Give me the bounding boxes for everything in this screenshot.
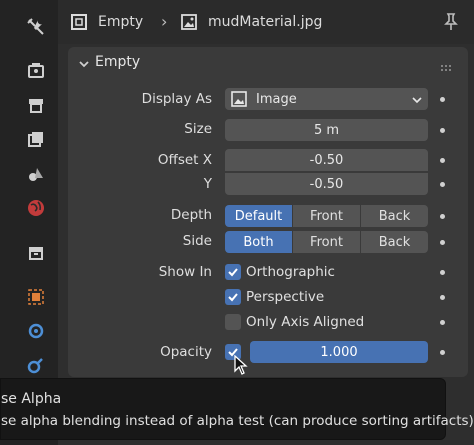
offset-y-keyframe-dot[interactable] <box>440 182 445 187</box>
mouse-cursor-icon <box>234 354 248 379</box>
tooltip-title: se Alpha <box>1 391 62 407</box>
perspective-checkbox[interactable] <box>225 289 241 305</box>
empty-object-icon <box>70 13 88 35</box>
tooltip: se Alpha se alpha blending instead of al… <box>0 378 474 440</box>
orthographic-label[interactable]: Orthographic <box>246 264 335 280</box>
collection-icon[interactable] <box>25 242 47 264</box>
physics-icon[interactable] <box>25 320 47 342</box>
output-icon[interactable] <box>25 94 47 116</box>
side-label: Side <box>182 233 212 249</box>
perspective-keyframe-dot[interactable] <box>440 295 445 300</box>
properties-header: Empty › mudMaterial.jpg <box>58 0 474 44</box>
perspective-label[interactable]: Perspective <box>246 289 324 305</box>
depth-label: Depth <box>170 207 212 223</box>
side-keyframe-dot[interactable] <box>440 240 445 245</box>
display-as-dropdown[interactable]: Image <box>225 88 428 110</box>
tooltip-description: se alpha blending instead of alpha test … <box>1 413 474 429</box>
breadcrumb-chevron-icon: › <box>161 12 168 31</box>
depth-keyframe-dot[interactable] <box>440 214 445 219</box>
opacity-keyframe-dot[interactable] <box>440 350 445 355</box>
drag-handle-icon[interactable] <box>440 57 454 76</box>
pin-icon[interactable] <box>442 12 460 36</box>
offset-y-field[interactable]: -0.50 <box>225 173 428 195</box>
tool-icon[interactable] <box>25 16 47 38</box>
breadcrumb-object-name: Empty <box>98 14 144 30</box>
constraints-icon[interactable] <box>25 354 47 376</box>
render-icon[interactable] <box>25 59 47 81</box>
show-in-label: Show In <box>158 264 212 280</box>
display-as-keyframe-dot[interactable] <box>440 97 445 102</box>
object-icon[interactable] <box>25 286 47 308</box>
offset-x-field[interactable]: -0.50 <box>225 149 428 171</box>
size-field[interactable]: 5 m <box>225 119 428 141</box>
orthographic-keyframe-dot[interactable] <box>440 270 445 275</box>
opacity-slider[interactable]: 1.000 <box>250 341 428 363</box>
scene-icon[interactable] <box>25 163 47 185</box>
size-label: Size <box>184 121 212 137</box>
opacity-label: Opacity <box>160 344 212 360</box>
only-axis-aligned-label[interactable]: Only Axis Aligned <box>246 314 364 330</box>
image-type-icon <box>231 91 247 107</box>
panel-title: Empty <box>95 54 141 70</box>
side-segmented-control: Both Front Back <box>225 231 428 253</box>
offset-x-label: Offset X <box>157 152 212 168</box>
only-axis-aligned-checkbox[interactable] <box>225 314 241 330</box>
side-option-back[interactable]: Back <box>361 231 428 253</box>
size-keyframe-dot[interactable] <box>440 128 445 133</box>
display-as-value: Image <box>256 91 297 107</box>
side-option-both[interactable]: Both <box>225 231 293 253</box>
depth-option-back[interactable]: Back <box>361 205 428 227</box>
breadcrumb-material-name: mudMaterial.jpg <box>208 14 323 30</box>
panel-collapse-chevron-icon[interactable] <box>78 55 90 74</box>
view-layer-icon[interactable] <box>25 128 47 150</box>
dropdown-chevron-icon <box>412 94 422 109</box>
only-axis-aligned-keyframe-dot[interactable] <box>440 320 445 325</box>
depth-option-default[interactable]: Default <box>225 205 293 227</box>
world-icon[interactable] <box>25 197 47 219</box>
depth-option-front[interactable]: Front <box>293 205 361 227</box>
orthographic-checkbox[interactable] <box>225 264 241 280</box>
display-as-label: Display As <box>141 91 212 107</box>
offset-y-label: Y <box>203 176 212 192</box>
empty-panel-header[interactable]: Empty <box>68 47 468 77</box>
side-option-front[interactable]: Front <box>293 231 361 253</box>
image-icon <box>180 13 198 35</box>
offset-x-keyframe-dot[interactable] <box>440 158 445 163</box>
depth-segmented-control: Default Front Back <box>225 205 428 227</box>
